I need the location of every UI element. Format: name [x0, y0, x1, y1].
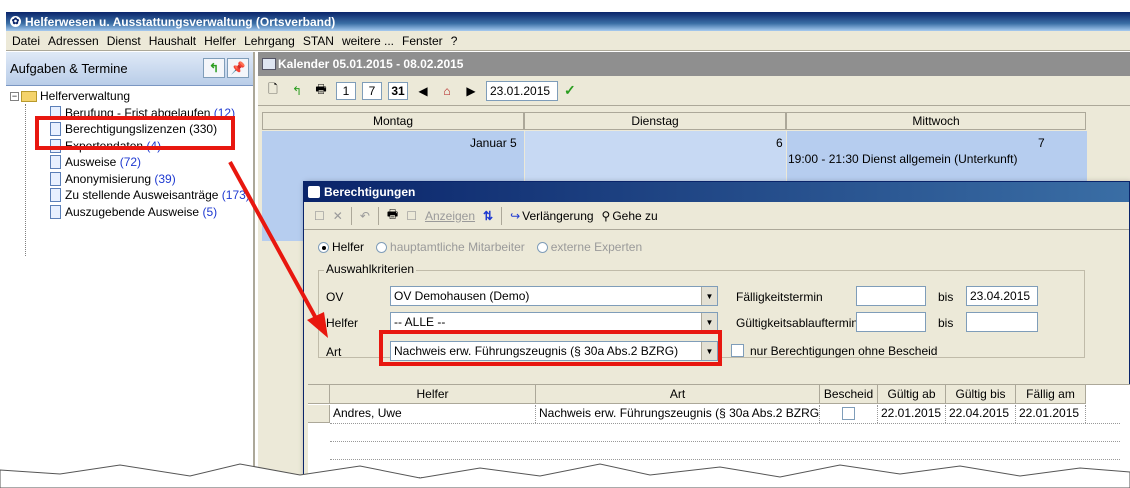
annotation-arrow — [228, 161, 328, 338]
app-window: ✿ Helferwesen u. Ausstattungsverwaltung … — [0, 0, 1130, 488]
torn-edge — [0, 463, 1130, 488]
